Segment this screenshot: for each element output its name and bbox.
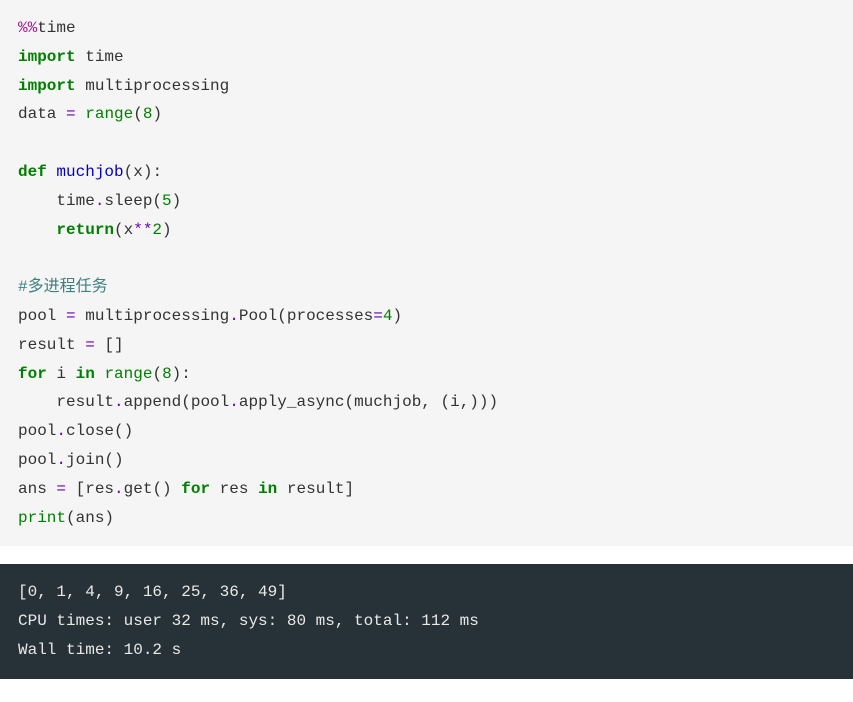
- var-data: data: [18, 105, 66, 123]
- call-close: close(): [66, 422, 133, 440]
- output-list: [0, 1, 4, 9, 16, 25, 36, 49]: [18, 583, 287, 601]
- kw-for: for: [181, 480, 210, 498]
- output-cell: [0, 1, 4, 9, 16, 25, 36, 49] CPU times: …: [0, 564, 853, 678]
- call-append: append(pool: [124, 393, 230, 411]
- fn-range: range: [104, 365, 152, 383]
- lit-8: 8: [162, 365, 172, 383]
- var-pool: pool: [18, 307, 66, 325]
- kw-import: import: [18, 77, 76, 95]
- lit-4: 4: [383, 307, 393, 325]
- mod-time: time: [76, 48, 124, 66]
- code-cell: %%time import time import multiprocessin…: [0, 0, 853, 546]
- magic-time: time: [37, 19, 75, 37]
- lit-2: 2: [152, 221, 162, 239]
- kw-in: in: [258, 480, 277, 498]
- kw-return: return: [56, 221, 114, 239]
- fn-muchjob: muchjob: [56, 163, 123, 181]
- op-pow: **: [133, 221, 152, 239]
- var-ans: ans: [18, 480, 56, 498]
- output-wall-time: Wall time: 10.2 s: [18, 641, 181, 659]
- op-eq: =: [66, 105, 76, 123]
- magic-percent: %%: [18, 19, 37, 37]
- fn-print: print: [18, 509, 66, 527]
- kw-in: in: [76, 365, 95, 383]
- lit-5: 5: [162, 192, 172, 210]
- var-result: result: [18, 336, 85, 354]
- kw-import: import: [18, 48, 76, 66]
- call-get: get(): [124, 480, 182, 498]
- kw-def: def: [18, 163, 47, 181]
- comment-cn: #多进程任务: [18, 278, 108, 296]
- param-x: x: [133, 163, 143, 181]
- call-join: join(): [66, 451, 124, 469]
- output-cpu-times: CPU times: user 32 ms, sys: 80 ms, total…: [18, 612, 479, 630]
- kw-for: for: [18, 365, 47, 383]
- fn-range: range: [85, 105, 133, 123]
- call-sleep: sleep(: [104, 192, 162, 210]
- call-apply-async: apply_async(muchjob, (i,))): [239, 393, 498, 411]
- mod-mp: multiprocessing: [76, 77, 230, 95]
- call-pool: Pool(processes: [239, 307, 373, 325]
